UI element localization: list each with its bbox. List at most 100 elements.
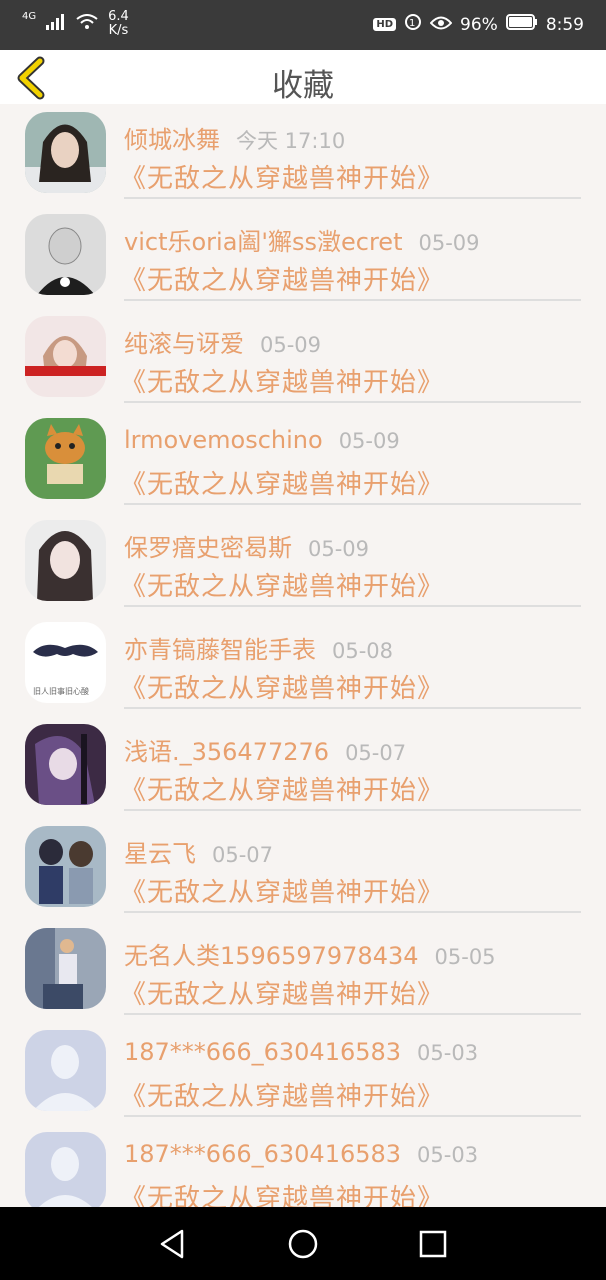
book-title[interactable]: 《无敌之从穿越兽神开始》: [120, 566, 444, 603]
svg-text:1: 1: [409, 18, 415, 29]
avatar[interactable]: [25, 928, 106, 1009]
avatar[interactable]: [25, 724, 106, 805]
list-item[interactable]: 浅语._356477276 05-07 《无敌之从穿越兽神开始》: [0, 716, 606, 818]
favorite-date: 05-09: [418, 231, 480, 255]
favorite-date: 05-08: [332, 639, 394, 663]
book-title[interactable]: 《无敌之从穿越兽神开始》: [120, 464, 444, 501]
favorite-date: 今天 17:10: [236, 129, 346, 153]
app-header: 收藏: [0, 50, 606, 104]
book-title[interactable]: 《无敌之从穿越兽神开始》: [120, 770, 444, 807]
username: 187***666_630416583: [124, 1038, 402, 1066]
avatar[interactable]: [25, 418, 106, 499]
divider: [124, 401, 581, 403]
name-row: 保罗瘖史密曷斯 05-09: [124, 528, 369, 563]
favorite-date: 05-05: [434, 945, 496, 969]
network-speed-value: 6.4: [108, 9, 129, 24]
name-row: vict乐oria阖'獬ss澂ecret 05-09: [124, 222, 480, 257]
divider: [124, 1115, 581, 1117]
network-speed: 6.4 K/s: [108, 10, 129, 38]
book-title[interactable]: 《无敌之从穿越兽神开始》: [120, 260, 444, 297]
nav-home-button[interactable]: [286, 1227, 320, 1261]
status-bar: 4G 6.4 K/s HD 1 96% 8:59: [0, 0, 606, 50]
avatar[interactable]: [25, 1030, 106, 1111]
favorites-list: 倾城冰舞 今天 17:10 《无敌之从穿越兽神开始》 vict乐oria阖'獬s…: [0, 104, 606, 1207]
avatar[interactable]: [25, 214, 106, 295]
username: 亦青镐藤智能手表: [124, 636, 316, 664]
name-row: 星云飞 05-07: [124, 834, 273, 869]
list-item[interactable]: lrmovemoschino 05-09 《无敌之从穿越兽神开始》: [0, 410, 606, 512]
clock: 8:59: [545, 14, 584, 35]
avatar[interactable]: [25, 316, 106, 397]
username: lrmovemoschino: [124, 426, 323, 454]
nav-recents-button[interactable]: [416, 1227, 450, 1261]
book-title[interactable]: 《无敌之从穿越兽神开始》: [120, 668, 444, 705]
divider: [124, 707, 581, 709]
book-title[interactable]: 《无敌之从穿越兽神开始》: [120, 1076, 444, 1113]
avatar[interactable]: [25, 1132, 106, 1207]
name-row: 无名人类1596597978434 05-05: [124, 936, 496, 971]
name-row: lrmovemoschino 05-09: [124, 426, 400, 454]
username: 保罗瘖史密曷斯: [124, 534, 292, 562]
favorite-date: 05-09: [308, 537, 370, 561]
favorite-date: 05-07: [345, 741, 407, 765]
recents-square-icon: [416, 1230, 450, 1265]
favorite-date: 05-07: [212, 843, 274, 867]
name-row: 纯滚与讶爱 05-09: [124, 324, 321, 359]
page-title: 收藏: [272, 68, 334, 104]
favorite-date: 05-09: [338, 429, 400, 453]
username: 浅语._356477276: [124, 738, 330, 766]
name-row: 倾城冰舞 今天 17:10: [124, 120, 345, 155]
divider: [124, 1013, 581, 1015]
list-item[interactable]: 纯滚与讶爱 05-09 《无敌之从穿越兽神开始》: [0, 308, 606, 410]
list-item[interactable]: 旧人旧事旧心酸 亦青镐藤智能手表 05-08 《无敌之从穿越兽神开始》: [0, 614, 606, 716]
username: 星云飞: [124, 840, 196, 868]
avatar[interactable]: [25, 826, 106, 907]
name-row: 亦青镐藤智能手表 05-08: [124, 630, 393, 665]
name-row: 187***666_630416583 05-03: [124, 1038, 478, 1066]
list-item[interactable]: 187***666_630416583 05-03 《无敌之从穿越兽神开始》: [0, 1124, 606, 1207]
vibrate-icon: 1: [404, 13, 422, 36]
nav-back-button[interactable]: [156, 1227, 190, 1261]
list-item[interactable]: 187***666_630416583 05-03 《无敌之从穿越兽神开始》: [0, 1022, 606, 1124]
book-title[interactable]: 《无敌之从穿越兽神开始》: [120, 362, 444, 399]
name-row: 187***666_630416583 05-03: [124, 1140, 478, 1168]
name-row: 浅语._356477276 05-07: [124, 732, 406, 767]
list-item[interactable]: 星云飞 05-07 《无敌之从穿越兽神开始》: [0, 818, 606, 920]
username: vict乐oria阖'獬ss澂ecret: [124, 228, 403, 256]
book-title[interactable]: 《无敌之从穿越兽神开始》: [120, 872, 444, 909]
list-item[interactable]: 保罗瘖史密曷斯 05-09 《无敌之从穿越兽神开始》: [0, 512, 606, 614]
favorite-date: 05-03: [417, 1041, 479, 1065]
book-title[interactable]: 《无敌之从穿越兽神开始》: [120, 158, 444, 195]
favorite-date: 05-09: [260, 333, 322, 357]
username: 无名人类1596597978434: [124, 942, 419, 970]
favorite-date: 05-03: [417, 1143, 479, 1167]
book-title[interactable]: 《无敌之从穿越兽神开始》: [120, 974, 444, 1011]
avatar[interactable]: [25, 112, 106, 193]
network-type-label: 4G: [22, 10, 37, 22]
network-speed-unit: K/s: [108, 23, 129, 38]
wifi-icon: [76, 14, 98, 34]
hd-icon: HD: [373, 18, 397, 31]
divider: [124, 299, 581, 301]
home-circle-icon: [286, 1229, 320, 1265]
divider: [124, 911, 581, 913]
avatar[interactable]: 旧人旧事旧心酸: [25, 622, 106, 703]
list-item[interactable]: 无名人类1596597978434 05-05 《无敌之从穿越兽神开始》: [0, 920, 606, 1022]
avatar[interactable]: [25, 520, 106, 601]
list-item[interactable]: 倾城冰舞 今天 17:10 《无敌之从穿越兽神开始》: [0, 104, 606, 206]
book-title[interactable]: 《无敌之从穿越兽神开始》: [120, 1178, 444, 1207]
battery-icon: [505, 14, 538, 35]
username: 187***666_630416583: [124, 1140, 402, 1168]
divider: [124, 503, 581, 505]
divider: [124, 197, 581, 199]
battery-percent: 96%: [460, 14, 498, 35]
signal-icon: [46, 14, 66, 34]
username: 倾城冰舞: [124, 126, 220, 154]
avatar-caption: 旧人旧事旧心酸: [33, 686, 89, 696]
list-item[interactable]: vict乐oria阖'獬ss澂ecret 05-09 《无敌之从穿越兽神开始》: [0, 206, 606, 308]
username: 纯滚与讶爱: [124, 330, 244, 358]
system-nav-bar: [0, 1207, 606, 1280]
divider: [124, 605, 581, 607]
eye-icon: [429, 15, 453, 35]
back-triangle-icon: [156, 1229, 190, 1265]
